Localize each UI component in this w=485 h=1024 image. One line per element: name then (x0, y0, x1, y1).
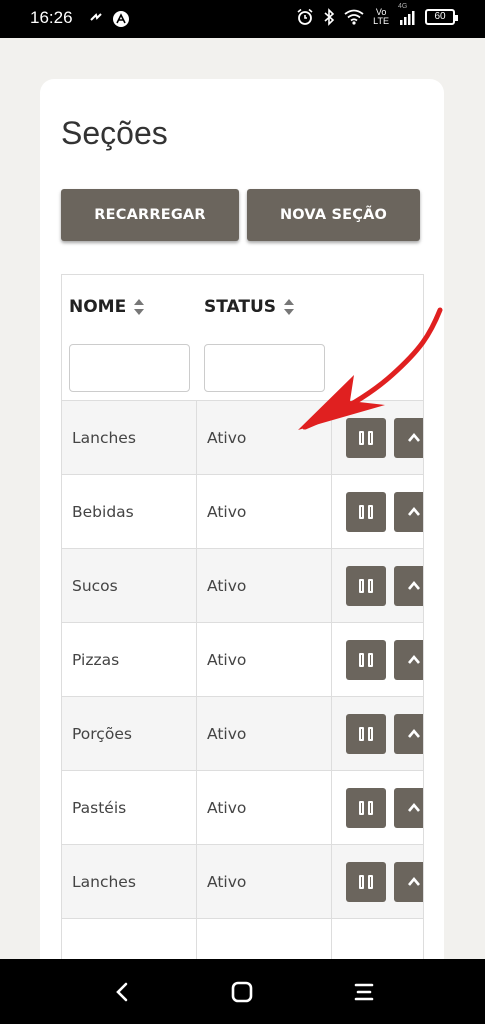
move-up-button[interactable] (394, 862, 423, 902)
cell-status-text: Ativo (207, 577, 247, 595)
pause-icon (359, 875, 373, 889)
move-up-button[interactable] (394, 566, 423, 606)
recents-icon[interactable] (349, 977, 379, 1007)
pause-icon (359, 801, 373, 815)
cell-status: Ativo (197, 845, 332, 919)
cell-nome: Bebidas (62, 475, 197, 549)
cell-actions (332, 697, 423, 771)
cell-nome-text: Pastéis (72, 799, 127, 817)
volte-indicator: Vo LTE (373, 7, 389, 26)
filter-nome-input[interactable] (69, 344, 190, 392)
bluetooth-icon (324, 8, 335, 26)
table-row[interactable]: Lanches Ativo (62, 844, 423, 919)
reload-button[interactable]: RECARREGAR (61, 189, 239, 241)
status-bar: 16:26 Vo LTE 4G 60 (0, 0, 485, 38)
cell-status: Ativo (197, 623, 332, 697)
cell-nome: Pastéis (62, 771, 197, 845)
cell-nome: Sucos (62, 549, 197, 623)
cell-status: Ativo (197, 475, 332, 549)
cell-nome-text: Pizzas (72, 651, 120, 669)
page-title: Seções (61, 115, 168, 151)
cell-actions (332, 845, 423, 919)
pause-button[interactable] (346, 862, 386, 902)
column-header-label: STATUS (204, 297, 277, 317)
cell-nome-text: Porções (72, 725, 132, 743)
cell-nome-text: Sucos (72, 577, 118, 595)
navigation-bar (0, 959, 485, 1024)
app-notification-icon (113, 11, 129, 27)
sort-icon[interactable] (134, 299, 145, 315)
move-up-button[interactable] (394, 492, 423, 532)
cell-status-text: Ativo (207, 429, 247, 447)
table-row[interactable]: Pastéis Ativo (62, 770, 423, 845)
cell-status-text: Ativo (207, 873, 247, 891)
move-up-button[interactable] (394, 788, 423, 828)
cell-status: Ativo (197, 549, 332, 623)
cell-nome: Porções (62, 697, 197, 771)
pause-button[interactable] (346, 492, 386, 532)
pause-icon (359, 505, 373, 519)
signal-indicator: 4G (398, 3, 416, 25)
chevron-up-icon (408, 876, 420, 886)
signal-icon (400, 11, 415, 25)
pause-button[interactable] (346, 566, 386, 606)
system-icons: Vo LTE 4G 60 (296, 3, 458, 26)
pause-button[interactable] (346, 788, 386, 828)
battery-icon: 60 (425, 9, 458, 25)
cell-status-text: Ativo (207, 503, 247, 521)
move-up-button[interactable] (394, 640, 423, 680)
cell-status: Ativo (197, 771, 332, 845)
new-section-button[interactable]: NOVA SEÇÃO (247, 189, 420, 241)
cell-status-text: Ativo (207, 651, 247, 669)
chevron-up-icon (408, 654, 420, 664)
data-saver-icon (90, 13, 102, 21)
move-up-button[interactable] (394, 714, 423, 754)
chevron-up-icon (408, 506, 420, 516)
pause-icon (359, 653, 373, 667)
chevron-up-icon (408, 802, 420, 812)
table-row[interactable]: Porções Ativo (62, 696, 423, 771)
cell-actions (332, 475, 423, 549)
pause-icon (359, 727, 373, 741)
cell-nome-text: Lanches (72, 873, 136, 891)
home-icon[interactable] (227, 977, 257, 1007)
cell-actions (332, 771, 423, 845)
cell-status-text: Ativo (207, 799, 247, 817)
table-row[interactable]: Pizzas Ativo (62, 622, 423, 697)
chevron-up-icon (408, 728, 420, 738)
cell-nome: Lanches (62, 401, 197, 475)
wifi-icon (344, 9, 364, 25)
cell-status-text: Ativo (207, 725, 247, 743)
clock: 16:26 (30, 8, 73, 27)
battery-level: 60 (434, 11, 446, 22)
pause-button[interactable] (346, 714, 386, 754)
table-row[interactable]: Bebidas Ativo (62, 474, 423, 549)
cell-actions (332, 549, 423, 623)
red-arrow-annotation (298, 307, 443, 430)
table-row[interactable]: Sucos Ativo (62, 548, 423, 623)
cell-nome-text: Lanches (72, 429, 136, 447)
notification-icons (88, 10, 130, 28)
chevron-up-icon (408, 580, 420, 590)
column-header-nome[interactable]: NOME (69, 297, 145, 317)
pause-icon (359, 579, 373, 593)
cell-nome: Pizzas (62, 623, 197, 697)
back-icon[interactable] (108, 977, 138, 1007)
pause-button[interactable] (346, 640, 386, 680)
column-header-label: NOME (69, 297, 127, 317)
sections-card: Seções RECARREGAR NOVA SEÇÃO NOME STATUS… (40, 79, 444, 979)
cell-nome-text: Bebidas (72, 503, 134, 521)
alarm-icon (297, 8, 313, 25)
cell-nome: Lanches (62, 845, 197, 919)
cell-actions (332, 623, 423, 697)
cell-status: Ativo (197, 697, 332, 771)
